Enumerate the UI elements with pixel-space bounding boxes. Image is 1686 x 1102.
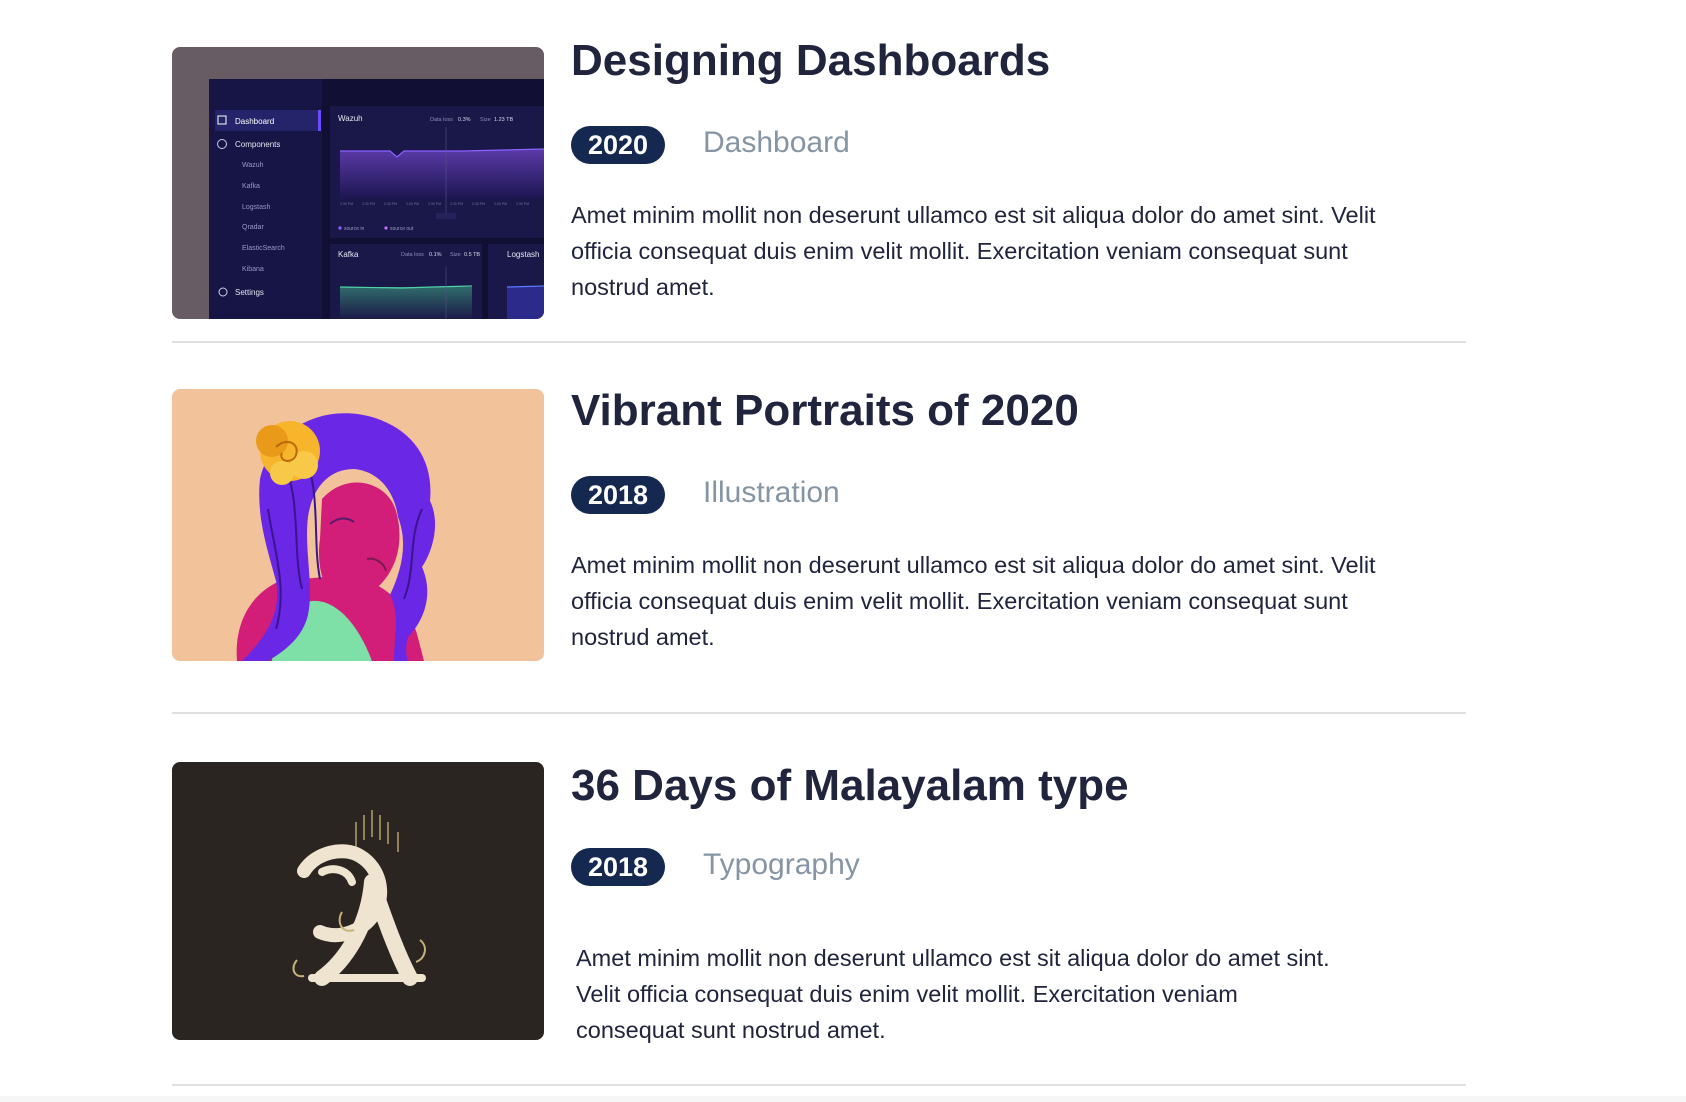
works-list: Dashboard Components Wazuh Kafka Logstas…	[0, 0, 1686, 1102]
thumb-panel-kafka-title: Kafka	[338, 250, 359, 259]
dashboard-thumbnail[interactable]: Dashboard Components Wazuh Kafka Logstas…	[172, 47, 544, 319]
work-description: Amet minim mollit non deserunt ullamco e…	[571, 552, 1376, 650]
svg-text:2:30 PM: 2:30 PM	[340, 202, 353, 206]
svg-text:Data loss: Data loss	[430, 117, 453, 123]
year-badge: 2020	[571, 126, 665, 164]
category-label: Typography	[703, 848, 860, 881]
svg-text:0.3%: 0.3%	[458, 117, 471, 123]
thumb-sidebar-dashboard: Dashboard	[235, 117, 274, 126]
divider	[172, 1084, 1466, 1086]
svg-text:2:30 PM: 2:30 PM	[472, 202, 485, 206]
svg-text:2:30 PM: 2:30 PM	[406, 202, 419, 206]
svg-text:source out: source out	[390, 226, 414, 232]
svg-text:2:30 PM: 2:30 PM	[494, 202, 507, 206]
thumb-sidebar-qradar: Qradar	[242, 224, 264, 231]
svg-text:2:30 PM: 2:30 PM	[428, 202, 441, 206]
portrait-illustration-thumbnail[interactable]	[172, 389, 544, 661]
thumb-sidebar-wazuh: Wazuh	[242, 162, 264, 169]
category-label: Dashboard	[703, 126, 850, 159]
divider	[172, 712, 1466, 714]
year-badge: 2018	[571, 848, 665, 886]
work-item-malayalam-type[interactable]: 36 Days of Malayalam type 2018 Typograph…	[172, 730, 1466, 1090]
malayalam-type-thumbnail[interactable]	[172, 762, 544, 1040]
thumb-sidebar-components: Components	[235, 140, 280, 149]
work-description: Amet minim mollit non deserunt ullamco e…	[571, 202, 1376, 300]
divider	[172, 341, 1466, 343]
svg-text:2:30 PM: 2:30 PM	[516, 202, 529, 206]
work-item-designing-dashboards[interactable]: Dashboard Components Wazuh Kafka Logstas…	[172, 0, 1466, 330]
thumb-sidebar-logstash: Logstash	[242, 204, 271, 211]
page-bottom-edge	[0, 1096, 1686, 1102]
svg-text:Size: Size	[450, 252, 461, 258]
work-title[interactable]: 36 Days of Malayalam type	[571, 760, 1129, 812]
thumb-sidebar-elasticsearch: ElasticSearch	[242, 245, 285, 252]
work-title[interactable]: Designing Dashboards	[571, 35, 1050, 87]
svg-text:2:30 PM: 2:30 PM	[362, 202, 375, 206]
thumb-sidebar-settings: Settings	[235, 288, 264, 297]
thumb-panel-wazuh-title: Wazuh	[338, 114, 363, 123]
svg-text:source in: source in	[344, 226, 365, 232]
svg-text:2:30 PM: 2:30 PM	[384, 202, 397, 206]
thumb-panel-logstash-title: Logstash	[507, 250, 539, 259]
thumb-sidebar-kafka: Kafka	[242, 183, 260, 190]
year-badge: 2018	[571, 476, 665, 514]
work-item-vibrant-portraits[interactable]: Vibrant Portraits of 2020 2018 Illustrat…	[172, 360, 1466, 700]
svg-text:Data loss: Data loss	[401, 252, 424, 258]
work-title[interactable]: Vibrant Portraits of 2020	[571, 385, 1079, 437]
thumb-sidebar-kibana: Kibana	[242, 266, 264, 273]
svg-text:0.5 TB: 0.5 TB	[464, 252, 480, 258]
work-description: Amet minim mollit non deserunt ullamco e…	[576, 945, 1330, 1043]
svg-text:1.23 TB: 1.23 TB	[494, 117, 513, 123]
svg-text:0.1%: 0.1%	[429, 252, 442, 258]
svg-text:2:30 PM: 2:30 PM	[450, 202, 463, 206]
svg-text:Size: Size	[480, 117, 491, 123]
category-label: Illustration	[703, 476, 840, 509]
